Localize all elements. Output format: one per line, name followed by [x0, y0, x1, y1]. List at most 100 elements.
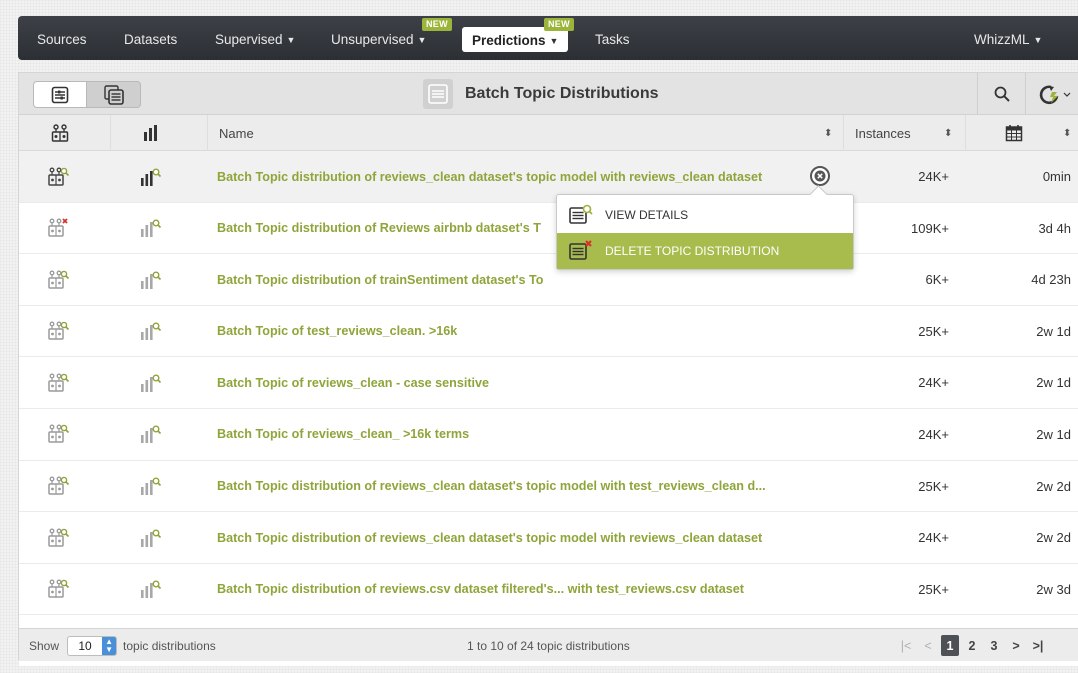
last-page-icon[interactable]: >| [1029, 635, 1047, 656]
topic-model-error-icon[interactable] [37, 203, 81, 254]
dataset-icon[interactable] [129, 409, 173, 460]
nav-predictions-label: Predictions [472, 33, 546, 48]
nav-unsupervised-label: Unsupervised [331, 32, 414, 47]
view-details-label: VIEW DETAILS [605, 208, 689, 222]
delete-icon [569, 240, 592, 262]
sort-age-icon[interactable]: ⬍ [1063, 115, 1077, 151]
row-age: 3d 4h [1038, 220, 1071, 236]
refresh-button[interactable] [1029, 73, 1078, 115]
table-row[interactable]: Batch Topic distribution of reviews.csv … [19, 563, 1078, 616]
batch-view-icon [103, 84, 124, 105]
name-column-header[interactable]: Name [219, 115, 839, 151]
sort-name-icon[interactable]: ⬍ [824, 115, 838, 151]
pagination-info: 1 to 10 of 24 topic distributions [467, 629, 630, 662]
batch-view-button[interactable] [87, 81, 141, 108]
row-age: 2w 2d [1036, 530, 1071, 546]
row-age: 0min [1042, 169, 1071, 184]
topic-model-icon[interactable] [37, 151, 81, 202]
search-button[interactable] [979, 73, 1025, 115]
table-row[interactable]: Batch Topic of reviews_clean_ >16k terms… [19, 408, 1078, 461]
sort-instances-icon[interactable]: ⬍ [944, 115, 958, 151]
page-size-value: 10 [78, 638, 92, 653]
table-row[interactable]: Batch Topic of test_reviews_clean. >16k 2… [19, 305, 1078, 358]
table-row[interactable]: Batch Topic distribution of Reviews airb… [19, 202, 1078, 255]
row-age: 4d 23h [1031, 272, 1071, 288]
page-2-button[interactable]: 2 [963, 635, 981, 656]
table-header: Name ⬍ Instances ⬍ ⬍ [19, 115, 1078, 151]
dataset-icon[interactable] [129, 203, 173, 254]
search-icon [994, 86, 1010, 102]
row-actions-close-button[interactable] [809, 165, 831, 187]
list-view-button[interactable] [33, 81, 87, 108]
instances-column-header[interactable]: Instances [855, 115, 935, 151]
chevron-down-icon: ▼ [417, 35, 427, 45]
nav-supervised-label: Supervised [215, 32, 283, 47]
row-name-link[interactable]: Batch Topic distribution of reviews_clea… [217, 461, 817, 512]
pagination-range-text: 1 to 10 of 24 topic distributions [467, 638, 630, 653]
dataset-icon[interactable] [129, 357, 173, 408]
topic-model-icon[interactable] [37, 306, 81, 357]
chevron-down-icon: ▼ [1033, 35, 1043, 45]
previous-page-icon[interactable]: < [919, 635, 937, 656]
row-name-link[interactable]: Batch Topic of test_reviews_clean. >16k [217, 306, 817, 357]
view-details-menu-item[interactable]: VIEW DETAILS [557, 197, 853, 233]
first-page-icon[interactable]: |< [897, 635, 915, 656]
nav-tasks-label: Tasks [595, 32, 630, 47]
column-divider [965, 115, 966, 151]
page-1-button[interactable]: 1 [941, 635, 959, 656]
age-column-header[interactable] [1005, 115, 1025, 151]
toolbar-divider [1025, 73, 1026, 115]
topic-model-icon[interactable] [37, 254, 81, 305]
topic-model-icon [51, 124, 69, 142]
pagination: |< < 1 2 3 > >| [897, 635, 1051, 656]
table-row[interactable]: Batch Topic of reviews_clean - case sens… [19, 357, 1078, 409]
dataset-icon[interactable] [129, 254, 173, 305]
calendar-icon [1005, 125, 1023, 142]
nav-tasks[interactable]: Tasks [595, 16, 630, 60]
nav-sources[interactable]: Sources [37, 16, 87, 60]
row-name-link[interactable]: Batch Topic distribution of reviews_clea… [217, 512, 817, 563]
dataset-icon[interactable] [129, 512, 173, 563]
nav-datasets[interactable]: Datasets [124, 16, 177, 60]
dataset-icon[interactable] [129, 151, 173, 202]
new-badge-unsupervised: NEW [422, 18, 452, 31]
batch-topic-distributions-panel: Batch Topic Distributions Name ⬍ Instanc… [18, 72, 1078, 667]
topic-model-icon[interactable] [37, 564, 81, 615]
instances-header-label: Instances [855, 125, 911, 141]
panel-toolbar: Batch Topic Distributions [19, 73, 1078, 115]
topic-model-icon[interactable] [37, 512, 81, 563]
dataset-icon[interactable] [129, 461, 173, 512]
page-size-unit-label: topic distributions [123, 638, 216, 653]
nav-unsupervised[interactable]: Unsupervised ▼ [331, 16, 426, 60]
row-name-link[interactable]: Batch Topic distribution of reviews.csv … [217, 564, 817, 615]
dataset-icon[interactable] [129, 564, 173, 615]
dataset-column-header[interactable] [143, 115, 163, 151]
row-age: 2w 1d [1036, 323, 1071, 339]
topic-model-icon[interactable] [37, 409, 81, 460]
next-page-icon[interactable]: > [1007, 635, 1025, 656]
page-3-button[interactable]: 3 [985, 635, 1003, 656]
page-size-control: Show 10 ▲ ▼ topic distributions [29, 629, 216, 662]
row-instances: 25K+ [918, 478, 949, 494]
nav-datasets-label: Datasets [124, 32, 178, 47]
model-column-header[interactable] [51, 115, 75, 151]
list-view-icon [51, 86, 69, 103]
topic-model-icon[interactable] [37, 461, 81, 512]
nav-sources-label: Sources [37, 32, 87, 47]
row-instances: 25K+ [918, 581, 949, 597]
delete-topic-distribution-menu-item[interactable]: DELETE TOPIC DISTRIBUTION [557, 233, 853, 269]
table-row[interactable]: Batch Topic distribution of trainSentime… [19, 254, 1078, 306]
row-name-link[interactable]: Batch Topic of reviews_clean_ >16k terms [217, 409, 817, 460]
dataset-icon[interactable] [129, 306, 173, 357]
table-row[interactable]: Batch Topic distribution of reviews_clea… [19, 512, 1078, 564]
row-age: 2w 2d [1036, 478, 1071, 494]
row-name-link[interactable]: Batch Topic of reviews_clean - case sens… [217, 357, 817, 408]
row-age: 2w 1d [1036, 375, 1071, 391]
table-row[interactable]: Batch Topic distribution of reviews_clea… [19, 460, 1078, 513]
nav-whizzml[interactable]: WhizzML ▼ [974, 16, 1042, 60]
nav-supervised[interactable]: Supervised ▼ [215, 16, 295, 60]
refresh-icon [1039, 85, 1071, 105]
table-row[interactable]: Batch Topic distribution of reviews_clea… [19, 151, 1078, 203]
page-size-select[interactable]: 10 ▲ ▼ [67, 635, 118, 656]
topic-model-icon[interactable] [37, 357, 81, 408]
